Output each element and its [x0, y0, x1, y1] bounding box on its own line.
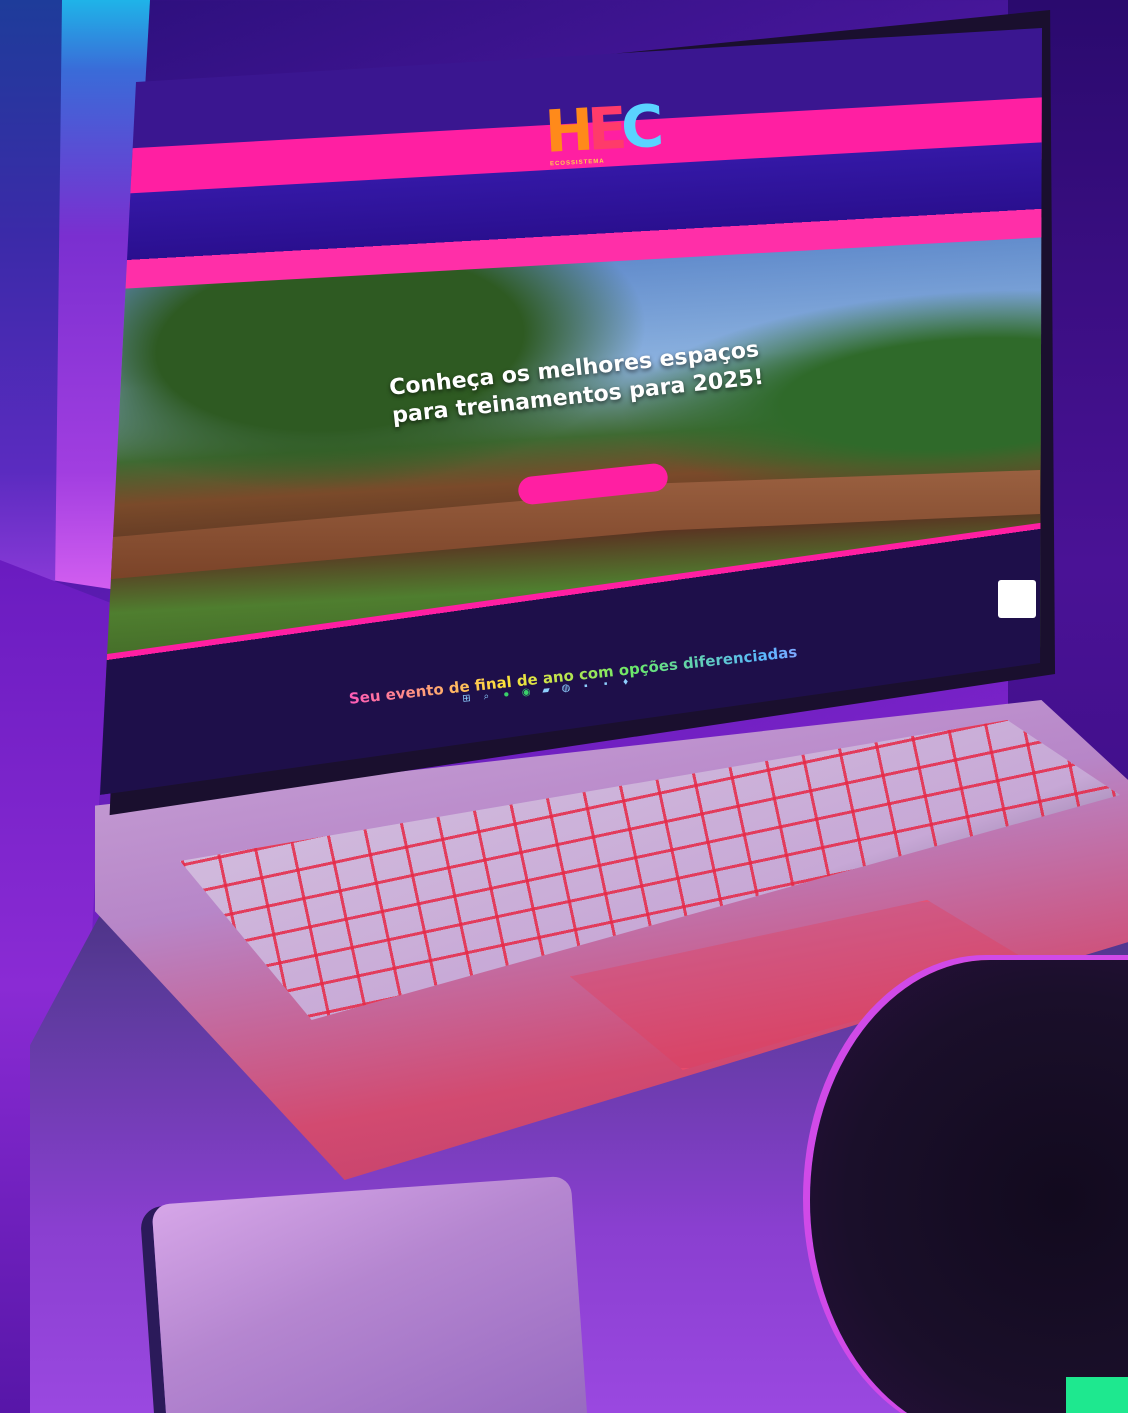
windows-icon[interactable]: ⊞	[460, 693, 473, 706]
photoshop-icon[interactable]: ▪	[599, 678, 612, 691]
top-menu-item-highlight[interactable]	[845, 10, 883, 12]
top-menu-item[interactable]	[450, 34, 488, 36]
logo-letter-c: C	[619, 92, 660, 162]
top-menu-item[interactable]	[318, 42, 356, 44]
top-menu-item[interactable]	[362, 40, 400, 42]
logo-letter-h: H	[543, 95, 590, 166]
side-floating-tag[interactable]	[998, 580, 1036, 618]
search-icon[interactable]: ⌕	[480, 691, 493, 704]
top-menu-item-highlight[interactable]	[801, 13, 839, 15]
top-menu-item-highlight[interactable]	[625, 24, 663, 26]
folder-icon[interactable]: ▰	[540, 684, 553, 697]
map-pin-icon[interactable]: ♦	[619, 676, 632, 689]
acrobat-icon[interactable]: ▪	[579, 680, 592, 693]
top-menu-item-highlight[interactable]	[757, 15, 795, 17]
top-menu-item[interactable]	[230, 48, 268, 50]
top-menu-item[interactable]	[494, 32, 532, 34]
xbox-icon[interactable]: ●	[500, 689, 513, 702]
top-menu-item-highlight[interactable]	[669, 21, 707, 23]
top-menu-item-highlight[interactable]	[713, 18, 751, 20]
top-menu-item[interactable]	[537, 29, 575, 31]
top-menu-item[interactable]	[581, 28, 619, 29]
site-logo[interactable]: HEC	[543, 92, 659, 166]
top-menu-item-highlight[interactable]	[889, 7, 927, 9]
top-menu-item[interactable]	[406, 37, 444, 39]
top-menu-item[interactable]	[274, 45, 312, 47]
chrome-icon[interactable]: ◍	[559, 682, 572, 695]
whatsapp-icon[interactable]: ◉	[520, 686, 533, 699]
green-accent-corner	[1066, 1377, 1128, 1413]
logo-letter-e: E	[585, 94, 623, 164]
smartphone	[151, 1175, 589, 1413]
